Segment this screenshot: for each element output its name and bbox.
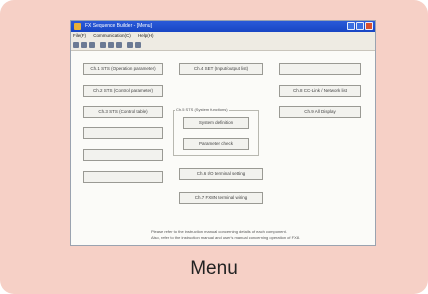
window-title: FX Sequence Builder - [Menu] [85,23,152,29]
menu-help[interactable]: Help(H) [138,33,154,38]
parameter-check-button[interactable]: Parameter check [183,138,249,150]
menu-file[interactable]: File(F) [73,33,86,38]
print-icon[interactable] [127,42,133,48]
copy-icon[interactable] [108,42,114,48]
empty-button-2[interactable] [83,149,163,161]
help-icon[interactable] [135,42,141,48]
menu-panel: Ch.1 STS (Operation parameter) Ch.2 STS … [71,51,375,245]
minimize-button[interactable] [347,22,355,30]
ch7-button[interactable]: Ch.7 FX8N terminal wiring [179,192,263,204]
ch3-button[interactable]: Ch.3 STS (Control table) [83,106,163,118]
instruction-note: Please refer to the instruction manual c… [151,229,300,241]
app-icon [74,23,81,30]
toolbar [71,40,375,51]
cut-icon[interactable] [100,42,106,48]
open-icon[interactable] [81,42,87,48]
system-definition-button[interactable]: System definition [183,117,249,129]
save-icon[interactable] [89,42,95,48]
title-bar: FX Sequence Builder - [Menu] [71,21,375,32]
group-label: Ch.5 STS (System functions) [175,107,229,112]
maximize-button[interactable] [356,22,364,30]
ch9-button[interactable]: Ch.9 All Display [279,106,361,118]
ch2-button[interactable]: Ch.2 STS (Control parameter) [83,85,163,97]
empty-button-3[interactable] [83,171,163,183]
ch1-button[interactable]: Ch.1 STS (Operation parameter) [83,63,163,75]
menu-bar: File(F) Communication(C) Help(H) [71,32,375,40]
menu-communication[interactable]: Communication(C) [93,33,131,38]
new-icon[interactable] [73,42,79,48]
close-button[interactable] [365,22,373,30]
note-line-2: Also, refer to the instruction manual an… [151,235,301,240]
empty-button-1[interactable] [83,127,163,139]
app-window: FX Sequence Builder - [Menu] File(F) Com… [70,20,376,246]
ch6-button[interactable]: Ch.6 I/O terminal setting [179,168,263,180]
empty-button-4[interactable] [279,63,361,75]
slide-caption: Menu [190,258,238,279]
paste-icon[interactable] [116,42,122,48]
ch4-button[interactable]: Ch.4 SET (Input/output list) [179,63,263,75]
ch8-button[interactable]: Ch.8 CC-Link / Network list [279,85,361,97]
